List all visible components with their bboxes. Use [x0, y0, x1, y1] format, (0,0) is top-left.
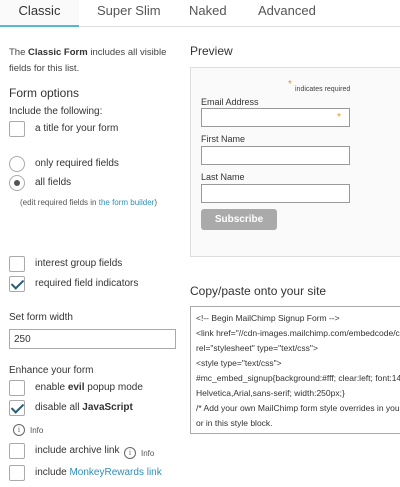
copy-paste-title: Copy/paste onto your site — [190, 284, 327, 298]
only-required-label: only required fields — [35, 158, 119, 169]
email-field[interactable] — [201, 108, 350, 127]
required-star: * — [288, 79, 292, 90]
evil-popup-label: enable evil popup mode — [35, 382, 143, 393]
evil-popup-prefix: enable — [35, 382, 68, 393]
form-builder-link[interactable]: the form builder — [99, 198, 155, 207]
tab-advanced[interactable]: Advanced — [258, 0, 316, 27]
email-required-star: * — [337, 112, 341, 123]
interest-groups-label: interest group fields — [35, 258, 123, 269]
disable-js-label: disable all JavaScript — [35, 402, 133, 413]
title-option-label: a title for your form — [35, 123, 119, 134]
evil-popup-suffix: popup mode — [84, 382, 143, 393]
subscribe-button[interactable]: Subscribe — [201, 209, 277, 230]
disable-js-checkbox[interactable] — [9, 400, 25, 416]
monkey-rewards-checkbox[interactable] — [9, 465, 25, 481]
enhance-heading: Enhance your form — [9, 365, 94, 376]
include-label: Include the following: — [9, 106, 103, 117]
title-checkbox[interactable] — [9, 121, 25, 137]
intro-bold: Classic Form — [28, 47, 88, 58]
code-line: /* Add your own MailChimp form style ove… — [196, 403, 400, 413]
tab-classic[interactable]: Classic — [0, 0, 79, 27]
intro-text: The Classic Form includes all visible fi… — [9, 45, 177, 77]
preview-title: Preview — [190, 44, 233, 58]
disable-js-prefix: disable all — [35, 402, 83, 413]
code-line: <link href="//cdn-images.mailchimp.com/e… — [196, 328, 400, 338]
required-indicators-label: required field indicators — [35, 278, 139, 289]
form-width-label: Set form width — [9, 312, 73, 323]
monkey-rewards-link[interactable]: MonkeyRewards link — [69, 467, 161, 478]
disable-js-bold: JavaScript — [82, 402, 133, 413]
edit-required-note: (edit required fields in the form builde… — [20, 196, 170, 210]
code-line: <!-- Begin MailChimp Signup Form --> — [196, 313, 340, 323]
evil-popup-bold: evil — [67, 382, 85, 393]
archive-link-label: include archive link — [35, 445, 120, 456]
last-name-label: Last Name — [201, 172, 245, 182]
intro-prefix: The — [9, 47, 29, 58]
evil-popup-checkbox[interactable] — [9, 380, 25, 396]
edit-note-prefix: (edit required fields in — [20, 198, 99, 207]
code-line: rel="stylesheet" type="text/css"> — [196, 343, 318, 353]
first-name-field[interactable] — [201, 146, 350, 165]
embed-code-textarea[interactable]: <!-- Begin MailChimp Signup Form --> <li… — [190, 306, 400, 434]
first-name-label: First Name — [201, 134, 246, 144]
required-indicator-text: indicates required — [295, 86, 351, 93]
all-fields-radio[interactable] — [9, 175, 25, 191]
info-label[interactable]: Info — [30, 426, 43, 435]
edit-note-suffix: ) — [154, 198, 157, 207]
required-indicators-checkbox[interactable] — [9, 276, 25, 292]
monkey-rewards-prefix: include — [35, 467, 70, 478]
info-icon[interactable]: i — [13, 424, 25, 436]
only-required-radio[interactable] — [9, 156, 25, 172]
archive-info-label[interactable]: Info — [141, 449, 154, 458]
interest-groups-checkbox[interactable] — [9, 256, 25, 272]
code-line: #mc_embed_signup{background:#fff; clear:… — [196, 373, 400, 383]
code-line: Helvetica,Arial,sans-serif; width:250px;… — [196, 388, 345, 398]
form-options-heading: Form options — [9, 86, 80, 100]
archive-info-icon[interactable]: i — [124, 447, 136, 459]
code-line: or in this style block. — [196, 418, 273, 428]
tab-super-slim[interactable]: Super Slim — [97, 0, 161, 27]
tab-bar: Classic Super Slim Naked Advanced — [0, 0, 400, 27]
tab-naked[interactable]: Naked — [189, 0, 227, 27]
email-label: Email Address — [201, 97, 259, 107]
all-fields-label: all fields — [35, 177, 72, 188]
monkey-rewards-label: include MonkeyRewards link — [35, 467, 162, 478]
archive-link-checkbox[interactable] — [9, 443, 25, 459]
last-name-field[interactable] — [201, 184, 350, 203]
form-width-input[interactable] — [9, 329, 176, 349]
code-line: <style type="text/css"> — [196, 358, 282, 368]
